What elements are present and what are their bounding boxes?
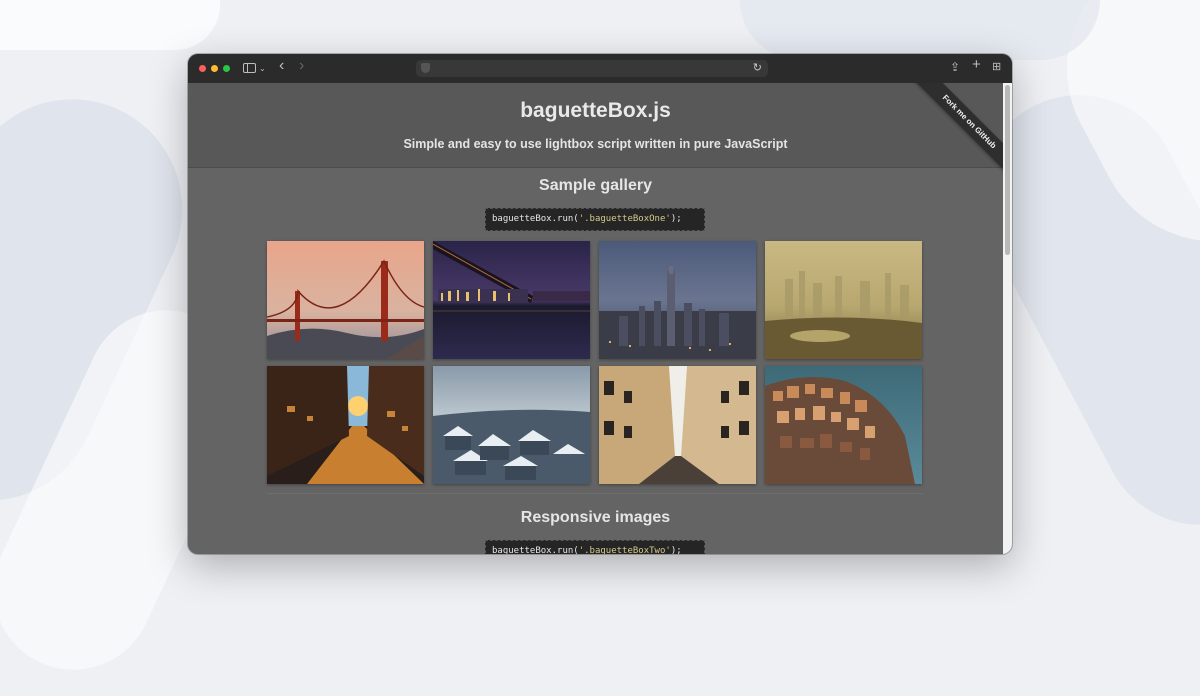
forward-icon[interactable]: ›	[299, 58, 304, 74]
sunset-street-image	[267, 366, 424, 484]
gallery-thumbnail[interactable]	[599, 241, 756, 359]
section-title-responsive-images: Responsive images	[520, 509, 671, 526]
code-prefix: baguetteBox.run(	[492, 546, 579, 554]
code-snippet: baguetteBox.run('.baguetteBoxTwo');	[485, 540, 705, 554]
narrow-street-image	[599, 366, 756, 484]
page-tagline: Simple and easy to use lightbox script w…	[403, 137, 788, 151]
code-string: '.baguetteBoxOne'	[578, 214, 671, 224]
code-prefix: baguetteBox.run(	[492, 214, 579, 224]
page-title: baguetteBox.js	[520, 99, 671, 122]
gallery-thumbnail[interactable]	[433, 366, 590, 484]
gallery-thumbnail[interactable]	[599, 366, 756, 484]
night-bridge-image	[433, 241, 590, 359]
gallery-thumbnail[interactable]	[765, 241, 922, 359]
image-gallery	[267, 241, 923, 484]
code-string: '.baguetteBoxTwo'	[578, 546, 671, 554]
site-header: baguetteBox.js Simple and easy to use li…	[188, 83, 1003, 168]
share-icon[interactable]: ⇪	[950, 60, 960, 74]
browser-window: ⌄ ‹ › ↻ ⇪ + ⊞ baguetteBox.js Simple and …	[188, 54, 1012, 554]
golden-gate-bridge-image	[267, 241, 424, 359]
vertical-scrollbar[interactable]	[1003, 83, 1012, 554]
back-icon[interactable]: ‹	[279, 58, 284, 74]
zoom-window-button[interactable]	[223, 65, 230, 72]
shield-icon[interactable]	[421, 63, 430, 73]
gallery-thumbnail[interactable]	[765, 366, 922, 484]
section-title-sample-gallery: Sample gallery	[539, 177, 652, 194]
gallery-thumbnail[interactable]	[267, 241, 424, 359]
background-shape	[740, 0, 1100, 60]
city-aerial-image	[599, 241, 756, 359]
plus-icon[interactable]: +	[972, 57, 981, 72]
browser-toolbar: ⌄ ‹ › ↻ ⇪ + ⊞	[188, 54, 1012, 84]
address-bar[interactable]: ↻	[416, 60, 768, 77]
minimize-window-button[interactable]	[211, 65, 218, 72]
code-snippet: baguetteBox.run('.baguetteBoxOne');	[485, 208, 705, 231]
chevron-down-icon[interactable]: ⌄	[259, 62, 266, 76]
section-divider	[267, 493, 923, 494]
gallery-thumbnail[interactable]	[433, 241, 590, 359]
code-suffix: );	[670, 214, 682, 224]
page-content: baguetteBox.js Simple and easy to use li…	[188, 83, 1003, 554]
snowy-rooftops-image	[433, 366, 590, 484]
gallery-thumbnail[interactable]	[267, 366, 424, 484]
hazy-skyline-image	[765, 241, 922, 359]
scrollbar-thumb[interactable]	[1005, 85, 1010, 255]
code-suffix: );	[670, 546, 682, 554]
sidebar-icon[interactable]	[243, 63, 256, 73]
background-shape	[0, 0, 220, 50]
reload-icon[interactable]: ↻	[753, 61, 762, 74]
close-window-button[interactable]	[199, 65, 206, 72]
tabs-icon[interactable]: ⊞	[992, 60, 1001, 74]
cliffside-village-image	[765, 366, 922, 484]
